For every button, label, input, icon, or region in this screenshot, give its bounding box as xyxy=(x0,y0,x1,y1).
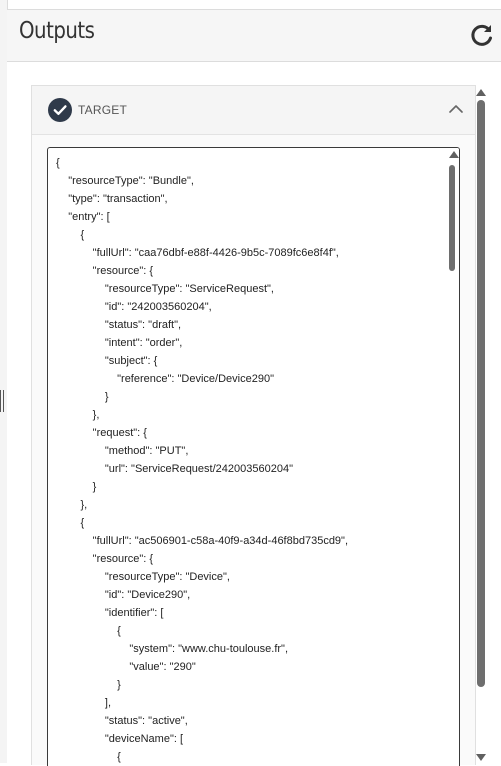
code-line: "id": "Device290", xyxy=(56,589,191,601)
check-circle-icon xyxy=(48,98,72,122)
scroll-down-arrow-icon[interactable] xyxy=(476,754,486,761)
json-code-lines: { "resourceType": "Bundle", "type": "tra… xyxy=(56,154,348,766)
code-line: "url": "ServiceRequest/242003560204" xyxy=(56,463,293,475)
code-line: }, xyxy=(56,409,100,421)
code-line: "method": "PUT", xyxy=(56,445,189,457)
code-line: { xyxy=(56,157,60,169)
code-line: "intent": "order", xyxy=(56,337,183,349)
refresh-button[interactable] xyxy=(469,22,495,48)
splitter-handle[interactable] xyxy=(0,390,6,412)
code-line: "deviceName": [ xyxy=(56,733,184,745)
outputs-title: Outputs xyxy=(19,18,95,44)
code-line: "subject": { xyxy=(56,355,158,367)
code-line: } xyxy=(56,481,97,493)
code-line: "fullUrl": "ac506901-c58a-40f9-a34d-46f8… xyxy=(56,535,349,547)
code-line: } xyxy=(56,679,121,691)
code-line: "status": "draft", xyxy=(56,319,182,331)
code-line: { xyxy=(56,517,85,529)
target-section: TARGET { "resourceType": "Bundle", "type… xyxy=(31,85,476,766)
code-line: "id": "242003560204", xyxy=(56,301,212,313)
code-line: "resourceType": "Device", xyxy=(56,571,230,583)
chevron-up-icon[interactable] xyxy=(449,104,463,114)
panel-scrollbar[interactable] xyxy=(474,86,488,763)
code-line: "fullUrl": "caa76dbf-e88f-4426-9b5c-7089… xyxy=(56,247,339,259)
code-line: "identifier": [ xyxy=(56,607,164,619)
code-line: "resourceType": "ServiceRequest", xyxy=(56,283,274,295)
scroll-up-arrow-icon[interactable] xyxy=(449,151,459,158)
section-title: TARGET xyxy=(78,103,127,117)
code-line: "resource": { xyxy=(56,265,154,277)
code-line: { xyxy=(56,229,85,241)
scroll-up-arrow-icon[interactable] xyxy=(476,89,486,96)
code-scrollbar-thumb[interactable] xyxy=(449,165,455,271)
code-line: "value": "290" xyxy=(56,661,196,673)
refresh-icon xyxy=(471,24,492,46)
code-line: "entry": [ xyxy=(56,211,110,223)
code-line: "request": { xyxy=(56,427,147,439)
panel-scrollbar-thumb[interactable] xyxy=(477,100,485,687)
code-line: "system": "www.chu-toulouse.fr", xyxy=(56,643,289,655)
target-section-header[interactable]: TARGET xyxy=(32,86,475,135)
code-scrollbar[interactable] xyxy=(446,148,459,766)
code-line: { xyxy=(56,625,121,637)
code-line: "resource": { xyxy=(56,553,154,565)
json-code-viewer[interactable]: { "resourceType": "Bundle", "type": "tra… xyxy=(47,147,460,766)
code-line: ], xyxy=(56,697,112,709)
code-line: "type": "transaction", xyxy=(56,193,168,205)
code-line: "reference": "Device/Device290" xyxy=(56,373,274,385)
code-line: { xyxy=(56,751,121,763)
outputs-header: Outputs xyxy=(7,10,501,62)
code-line: "status": "active", xyxy=(56,715,188,727)
code-line: } xyxy=(56,391,109,403)
code-line: }, xyxy=(56,499,88,511)
code-line: "resourceType": "Bundle", xyxy=(56,175,194,187)
outputs-panel: Outputs TARGET { "resourceType": "Bundle… xyxy=(7,9,501,766)
